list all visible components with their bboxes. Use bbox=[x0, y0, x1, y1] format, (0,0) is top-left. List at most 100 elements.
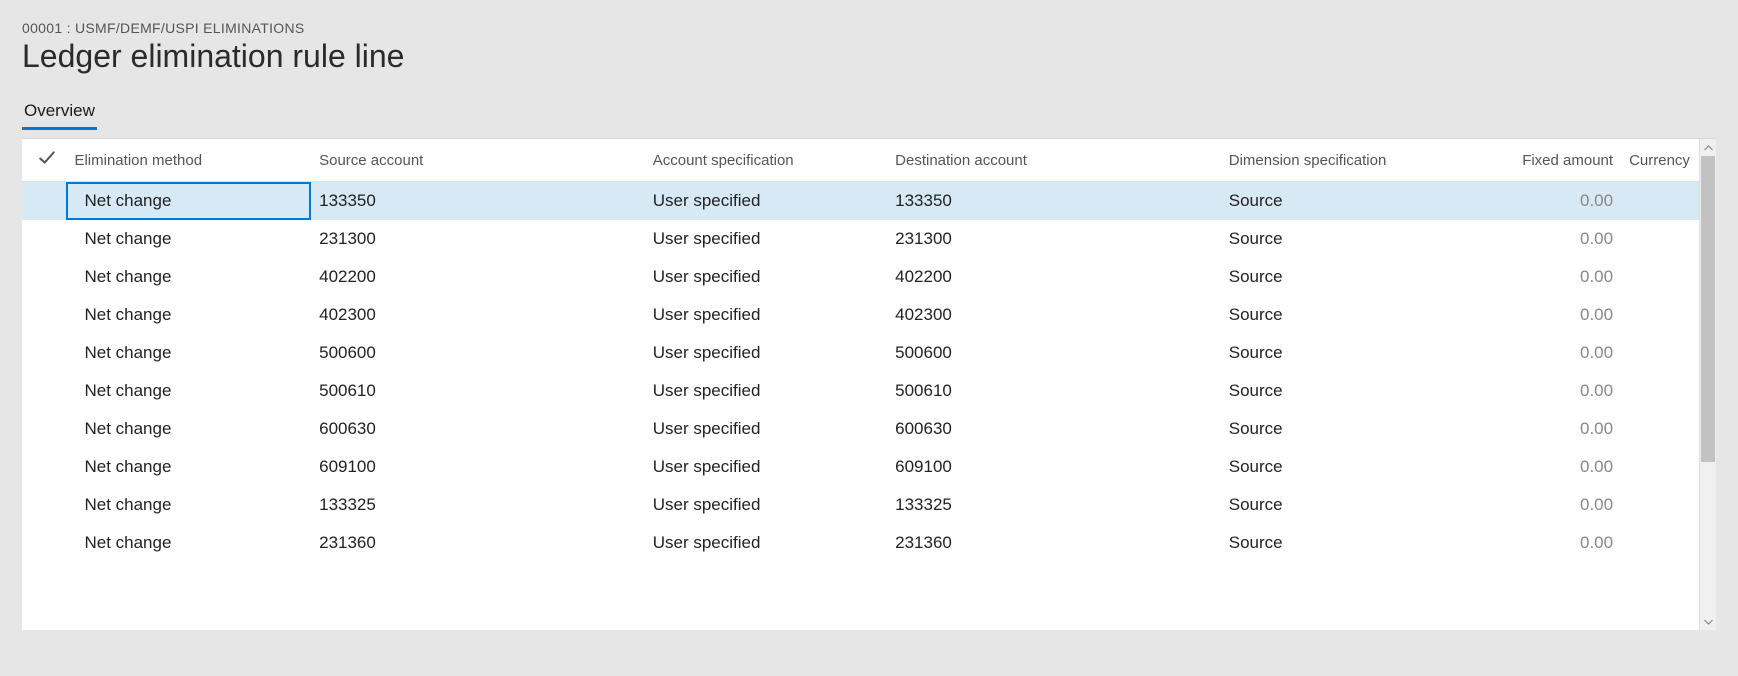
cell-fixed-amount[interactable]: 0.00 bbox=[1504, 410, 1621, 448]
cell-dimension-specification[interactable]: Source bbox=[1221, 524, 1505, 562]
cell-source-account[interactable]: 609100 bbox=[311, 448, 645, 486]
row-selector-cell[interactable] bbox=[22, 182, 66, 221]
cell-destination-account[interactable]: 600630 bbox=[887, 410, 1221, 448]
table-row[interactable]: Net change609100User specified609100Sour… bbox=[22, 448, 1699, 486]
cell-elimination-method[interactable]: Net change bbox=[66, 448, 311, 486]
cell-source-account[interactable]: 133325 bbox=[311, 486, 645, 524]
col-header-fixed-amount[interactable]: Fixed amount bbox=[1504, 139, 1621, 182]
table-row[interactable]: Net change231360User specified231360Sour… bbox=[22, 524, 1699, 562]
cell-fixed-amount[interactable]: 0.00 bbox=[1504, 182, 1621, 221]
cell-elimination-method[interactable]: Net change bbox=[66, 296, 311, 334]
cell-dimension-specification[interactable]: Source bbox=[1221, 486, 1505, 524]
scroll-up-button[interactable] bbox=[1700, 139, 1716, 156]
row-selector-cell[interactable] bbox=[22, 296, 66, 334]
cell-dimension-specification[interactable]: Source bbox=[1221, 182, 1505, 221]
table-row[interactable]: Net change402300User specified402300Sour… bbox=[22, 296, 1699, 334]
col-header-source-account[interactable]: Source account bbox=[311, 139, 645, 182]
table-row[interactable]: Net change133325User specified133325Sour… bbox=[22, 486, 1699, 524]
cell-destination-account[interactable]: 231300 bbox=[887, 220, 1221, 258]
cell-account-specification[interactable]: User specified bbox=[645, 524, 887, 562]
cell-currency[interactable] bbox=[1621, 258, 1699, 296]
cell-destination-account[interactable]: 500610 bbox=[887, 372, 1221, 410]
cell-elimination-method[interactable]: Net change bbox=[66, 334, 311, 372]
row-selector-cell[interactable] bbox=[22, 410, 66, 448]
cell-fixed-amount[interactable]: 0.00 bbox=[1504, 524, 1621, 562]
cell-dimension-specification[interactable]: Source bbox=[1221, 410, 1505, 448]
row-selector-cell[interactable] bbox=[22, 220, 66, 258]
cell-currency[interactable] bbox=[1621, 372, 1699, 410]
cell-dimension-specification[interactable]: Source bbox=[1221, 448, 1505, 486]
col-header-dimension-specification[interactable]: Dimension specification bbox=[1221, 139, 1505, 182]
cell-destination-account[interactable]: 402200 bbox=[887, 258, 1221, 296]
vertical-scrollbar[interactable] bbox=[1699, 139, 1716, 630]
cell-dimension-specification[interactable]: Source bbox=[1221, 258, 1505, 296]
cell-fixed-amount[interactable]: 0.00 bbox=[1504, 258, 1621, 296]
table-row[interactable]: Net change231300User specified231300Sour… bbox=[22, 220, 1699, 258]
cell-source-account[interactable]: 402300 bbox=[311, 296, 645, 334]
cell-dimension-specification[interactable]: Source bbox=[1221, 334, 1505, 372]
cell-currency[interactable] bbox=[1621, 448, 1699, 486]
row-selector-cell[interactable] bbox=[22, 448, 66, 486]
cell-currency[interactable] bbox=[1621, 410, 1699, 448]
cell-source-account[interactable]: 600630 bbox=[311, 410, 645, 448]
cell-currency[interactable] bbox=[1621, 182, 1699, 221]
table-row[interactable]: Net change500600User specified500600Sour… bbox=[22, 334, 1699, 372]
cell-currency[interactable] bbox=[1621, 334, 1699, 372]
col-header-destination-account[interactable]: Destination account bbox=[887, 139, 1221, 182]
cell-elimination-method[interactable]: Net change bbox=[66, 410, 311, 448]
cell-currency[interactable] bbox=[1621, 296, 1699, 334]
cell-account-specification[interactable]: User specified bbox=[645, 372, 887, 410]
col-header-account-specification[interactable]: Account specification bbox=[645, 139, 887, 182]
cell-fixed-amount[interactable]: 0.00 bbox=[1504, 486, 1621, 524]
table-row[interactable]: Net change500610User specified500610Sour… bbox=[22, 372, 1699, 410]
table-row[interactable]: Net change402200User specified402200Sour… bbox=[22, 258, 1699, 296]
tab-overview[interactable]: Overview bbox=[22, 97, 97, 130]
cell-source-account[interactable]: 231300 bbox=[311, 220, 645, 258]
row-selector-cell[interactable] bbox=[22, 334, 66, 372]
cell-fixed-amount[interactable]: 0.00 bbox=[1504, 334, 1621, 372]
cell-destination-account[interactable]: 133325 bbox=[887, 486, 1221, 524]
col-header-currency[interactable]: Currency bbox=[1621, 139, 1699, 182]
cell-dimension-specification[interactable]: Source bbox=[1221, 296, 1505, 334]
cell-account-specification[interactable]: User specified bbox=[645, 296, 887, 334]
cell-source-account[interactable]: 402200 bbox=[311, 258, 645, 296]
row-selector-cell[interactable] bbox=[22, 524, 66, 562]
cell-currency[interactable] bbox=[1621, 220, 1699, 258]
cell-fixed-amount[interactable]: 0.00 bbox=[1504, 220, 1621, 258]
cell-source-account[interactable]: 133350 bbox=[311, 182, 645, 221]
scroll-thumb[interactable] bbox=[1701, 156, 1715, 462]
scroll-down-button[interactable] bbox=[1700, 613, 1716, 630]
table-row[interactable]: Net change133350User specified133350Sour… bbox=[22, 182, 1699, 221]
cell-elimination-method[interactable]: Net change bbox=[66, 524, 311, 562]
cell-currency[interactable] bbox=[1621, 486, 1699, 524]
cell-dimension-specification[interactable]: Source bbox=[1221, 372, 1505, 410]
scroll-track[interactable] bbox=[1700, 156, 1716, 613]
cell-destination-account[interactable]: 402300 bbox=[887, 296, 1221, 334]
cell-account-specification[interactable]: User specified bbox=[645, 258, 887, 296]
cell-currency[interactable] bbox=[1621, 524, 1699, 562]
select-all-header[interactable] bbox=[22, 139, 66, 182]
cell-elimination-method[interactable]: Net change bbox=[66, 372, 311, 410]
cell-fixed-amount[interactable]: 0.00 bbox=[1504, 296, 1621, 334]
cell-elimination-method[interactable]: Net change bbox=[66, 486, 311, 524]
row-selector-cell[interactable] bbox=[22, 372, 66, 410]
cell-source-account[interactable]: 231360 bbox=[311, 524, 645, 562]
cell-fixed-amount[interactable]: 0.00 bbox=[1504, 448, 1621, 486]
cell-elimination-method[interactable]: Net change bbox=[66, 182, 311, 221]
cell-elimination-method[interactable]: Net change bbox=[66, 258, 311, 296]
cell-account-specification[interactable]: User specified bbox=[645, 220, 887, 258]
cell-destination-account[interactable]: 133350 bbox=[887, 182, 1221, 221]
cell-account-specification[interactable]: User specified bbox=[645, 448, 887, 486]
table-row[interactable]: Net change600630User specified600630Sour… bbox=[22, 410, 1699, 448]
row-selector-cell[interactable] bbox=[22, 258, 66, 296]
cell-destination-account[interactable]: 609100 bbox=[887, 448, 1221, 486]
cell-dimension-specification[interactable]: Source bbox=[1221, 220, 1505, 258]
row-selector-cell[interactable] bbox=[22, 486, 66, 524]
cell-account-specification[interactable]: User specified bbox=[645, 486, 887, 524]
cell-account-specification[interactable]: User specified bbox=[645, 334, 887, 372]
cell-source-account[interactable]: 500600 bbox=[311, 334, 645, 372]
cell-elimination-method[interactable]: Net change bbox=[66, 220, 311, 258]
col-header-elimination-method[interactable]: Elimination method bbox=[66, 139, 311, 182]
cell-source-account[interactable]: 500610 bbox=[311, 372, 645, 410]
cell-destination-account[interactable]: 231360 bbox=[887, 524, 1221, 562]
